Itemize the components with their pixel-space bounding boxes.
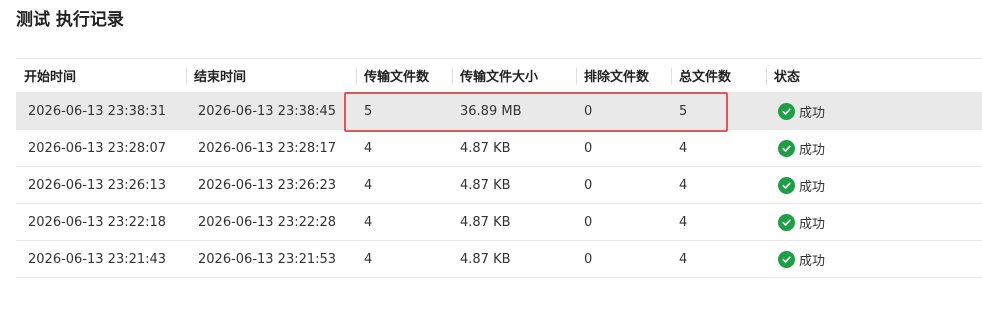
cell-transferred-size: 4.87 KB xyxy=(460,140,511,156)
cell-excluded-count: 0 xyxy=(584,177,593,193)
cell-total-count: 4 xyxy=(679,140,688,156)
cell-status: 成功 xyxy=(766,204,982,240)
header-transferred-count[interactable]: 传输文件数 xyxy=(356,59,452,92)
cell-start-time: 2026-06-13 23:22:18 xyxy=(28,214,167,230)
status-text: 成功 xyxy=(799,179,826,195)
cell-status: 成功 xyxy=(766,130,982,166)
status-text: 成功 xyxy=(799,216,826,232)
page-title: 测试 执行记录 xyxy=(16,10,124,30)
cell-transferred-size: 4.87 KB xyxy=(460,177,511,193)
header-status[interactable]: 状态 xyxy=(766,59,982,92)
status-badge: 成功 xyxy=(778,102,825,121)
header-excluded-count[interactable]: 排除文件数 xyxy=(576,59,671,92)
cell-excluded-count: 0 xyxy=(584,140,593,156)
table-row[interactable]: 2026-06-13 23:26:13 2026-06-13 23:26:23 … xyxy=(16,167,982,204)
cell-transferred-count: 4 xyxy=(364,214,373,230)
status-badge: 成功 xyxy=(778,176,825,195)
check-circle-icon xyxy=(778,176,795,194)
status-badge: 成功 xyxy=(778,139,825,158)
check-circle-icon xyxy=(778,213,795,231)
check-circle-icon xyxy=(778,139,795,157)
cell-transferred-size: 4.87 KB xyxy=(460,214,511,230)
status-text: 成功 xyxy=(799,105,826,121)
table-header-row: 开始时间 结束时间 传输文件数 传输文件大小 排除文件数 总文件数 状态 xyxy=(16,59,982,93)
check-circle-icon xyxy=(778,250,795,268)
header-start-time[interactable]: 开始时间 xyxy=(16,59,186,92)
table-row[interactable]: 2026-06-13 23:21:43 2026-06-13 23:21:53 … xyxy=(16,241,982,278)
header-end-time[interactable]: 结束时间 xyxy=(186,59,356,92)
table-row[interactable]: 2026-06-13 23:28:07 2026-06-13 23:28:17 … xyxy=(16,130,982,167)
cell-transferred-count: 4 xyxy=(364,140,373,156)
cell-total-count: 4 xyxy=(679,251,688,267)
header-total-count[interactable]: 总文件数 xyxy=(671,59,766,92)
cell-end-time: 2026-06-13 23:21:53 xyxy=(198,251,337,267)
header-transferred-size[interactable]: 传输文件大小 xyxy=(452,59,576,92)
cell-transferred-count: 5 xyxy=(364,103,373,119)
cell-end-time: 2026-06-13 23:28:17 xyxy=(198,140,337,156)
cell-start-time: 2026-06-13 23:21:43 xyxy=(28,251,167,267)
cell-start-time: 2026-06-13 23:38:31 xyxy=(28,103,167,119)
cell-total-count: 4 xyxy=(679,177,688,193)
status-badge: 成功 xyxy=(778,250,825,269)
cell-total-count: 5 xyxy=(679,103,688,119)
status-text: 成功 xyxy=(799,253,826,269)
cell-status: 成功 xyxy=(766,93,982,129)
cell-status: 成功 xyxy=(766,167,982,203)
cell-total-count: 4 xyxy=(679,214,688,230)
cell-transferred-count: 4 xyxy=(364,177,373,193)
check-circle-icon xyxy=(778,102,795,120)
cell-end-time: 2026-06-13 23:26:23 xyxy=(198,177,337,193)
cell-end-time: 2026-06-13 23:38:45 xyxy=(198,103,337,119)
table-row[interactable]: 2026-06-13 23:22:18 2026-06-13 23:22:28 … xyxy=(16,204,982,241)
status-badge: 成功 xyxy=(778,213,825,232)
execution-records-page: 测试 执行记录 开始时间 结束时间 传输文件数 传输文件大小 排除文件数 总文件… xyxy=(0,0,982,314)
cell-end-time: 2026-06-13 23:22:28 xyxy=(198,214,337,230)
cell-excluded-count: 0 xyxy=(584,251,593,267)
cell-transferred-count: 4 xyxy=(364,251,373,267)
table-row[interactable]: 2026-06-13 23:38:31 2026-06-13 23:38:45 … xyxy=(16,93,982,130)
cell-excluded-count: 0 xyxy=(584,214,593,230)
cell-start-time: 2026-06-13 23:28:07 xyxy=(28,140,167,156)
cell-status: 成功 xyxy=(766,241,982,277)
records-table: 开始时间 结束时间 传输文件数 传输文件大小 排除文件数 总文件数 状态 202… xyxy=(16,58,982,278)
cell-transferred-size: 4.87 KB xyxy=(460,251,511,267)
cell-excluded-count: 0 xyxy=(584,103,593,119)
status-text: 成功 xyxy=(799,142,826,158)
cell-start-time: 2026-06-13 23:26:13 xyxy=(28,177,167,193)
cell-transferred-size: 36.89 MB xyxy=(460,103,522,119)
